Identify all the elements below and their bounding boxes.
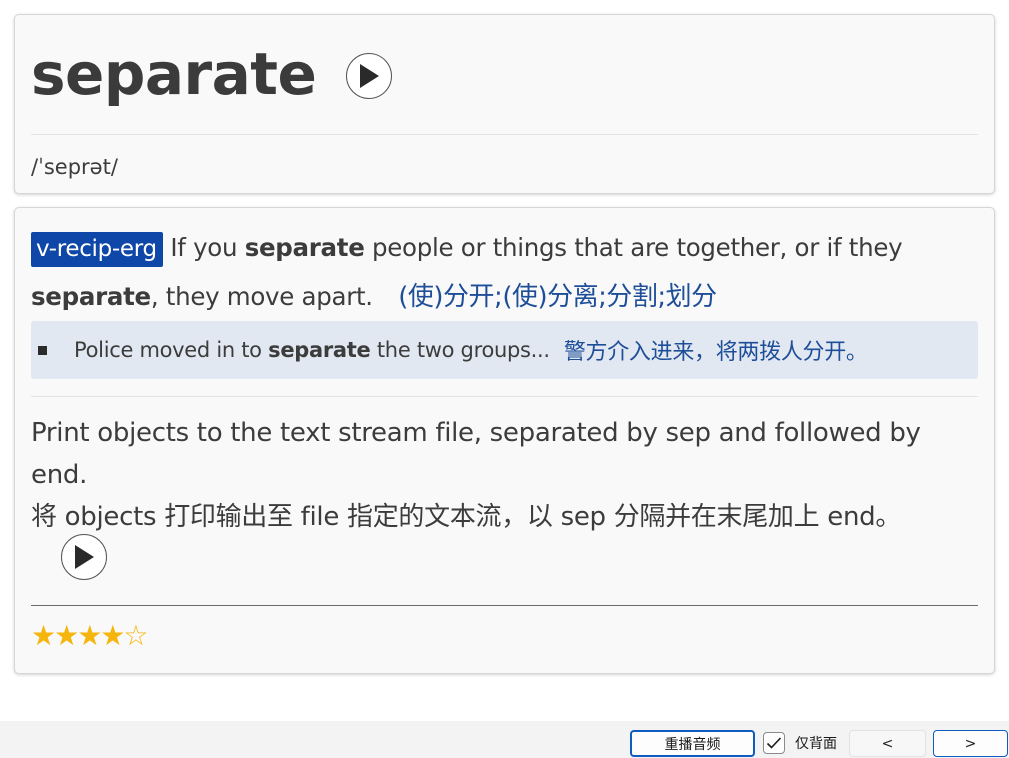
- example-keyword: separate: [268, 338, 371, 362]
- note-english: Print objects to the text stream file, s…: [31, 418, 921, 490]
- definition-text: people or things that are together, or i…: [372, 233, 903, 262]
- star-rating: ★★★★☆: [31, 619, 149, 652]
- definition-text: , they move apart.: [150, 282, 373, 311]
- example-text: Police moved in to: [74, 338, 262, 362]
- definition: v-recip-erg If you separate people or th…: [31, 224, 980, 321]
- play-icon: [75, 544, 94, 569]
- definition-keyword: separate: [244, 233, 365, 262]
- bullet-icon: [38, 345, 47, 355]
- definition-keyword: separate: [31, 282, 151, 311]
- play-icon: [360, 64, 380, 88]
- empty-stars: ☆: [123, 619, 148, 652]
- card-note: Print objects to the text stream file, s…: [31, 412, 974, 580]
- divider: [31, 605, 978, 606]
- headword-row: separate: [31, 40, 393, 108]
- note-chinese: 将 objects 打印输出至 file 指定的文本流，以 sep 分隔并在末尾…: [31, 502, 902, 532]
- phonetic: /ˈseprət/: [31, 155, 118, 179]
- next-button[interactable]: >: [933, 730, 1008, 757]
- previous-button[interactable]: <: [849, 730, 926, 757]
- word-card: separate /ˈseprət/: [14, 14, 995, 194]
- pos-tag: v-recip-erg: [31, 232, 163, 267]
- definition-chinese: (使)分开;(使)分离;分割;划分: [398, 282, 717, 312]
- checkmark-icon: [766, 737, 782, 749]
- divider: [31, 396, 978, 397]
- back-only-checkbox[interactable]: [763, 732, 785, 754]
- note-play-button[interactable]: [61, 533, 107, 580]
- definition-text: If you: [170, 233, 238, 262]
- headword: separate: [31, 40, 317, 108]
- definition-card: v-recip-erg If you separate people or th…: [14, 207, 995, 674]
- replay-audio-button[interactable]: 重播音频: [630, 730, 755, 757]
- note-chinese-line: 将 objects 打印输出至 file 指定的文本流，以 sep 分隔并在末尾…: [31, 496, 974, 580]
- example-chinese: 警方介入进来，将两拨人分开。: [563, 340, 868, 365]
- back-only-label: 仅背面: [795, 736, 837, 752]
- divider: [31, 134, 978, 135]
- filled-stars: ★★★★: [31, 619, 125, 652]
- headword-play-button[interactable]: [346, 53, 393, 99]
- example-sentence: Police moved in to separate the two grou…: [31, 321, 978, 379]
- example-text: the two groups...: [376, 338, 550, 362]
